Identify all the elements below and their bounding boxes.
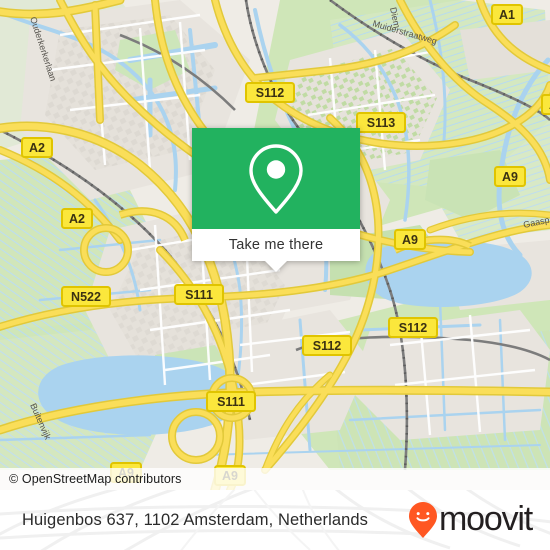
map-pin-icon [249,143,303,214]
moovit-smiley-pin-icon [409,502,438,538]
map-attribution: © OpenStreetMap contributors [0,468,550,490]
moovit-logo[interactable]: moovit [408,500,533,539]
address-text: Huigenbos 637, 1102 Amsterdam, Netherlan… [22,510,369,529]
moovit-wordmark: moovit [439,500,533,538]
destination-callout[interactable]: Take me there [192,128,360,272]
take-me-there-button[interactable]: Take me there [192,229,360,261]
callout-image-area [192,128,360,229]
attribution-text: © OpenStreetMap contributors [9,472,182,486]
callout-pointer [265,261,287,272]
take-me-there-label: Take me there [228,237,324,253]
footer-bar: Huigenbos 637, 1102 Amsterdam, Netherlan… [0,490,550,550]
moovit-map-card: Ouderkerkerlaan Diem Muiderstraatweg Gaa… [0,0,550,550]
